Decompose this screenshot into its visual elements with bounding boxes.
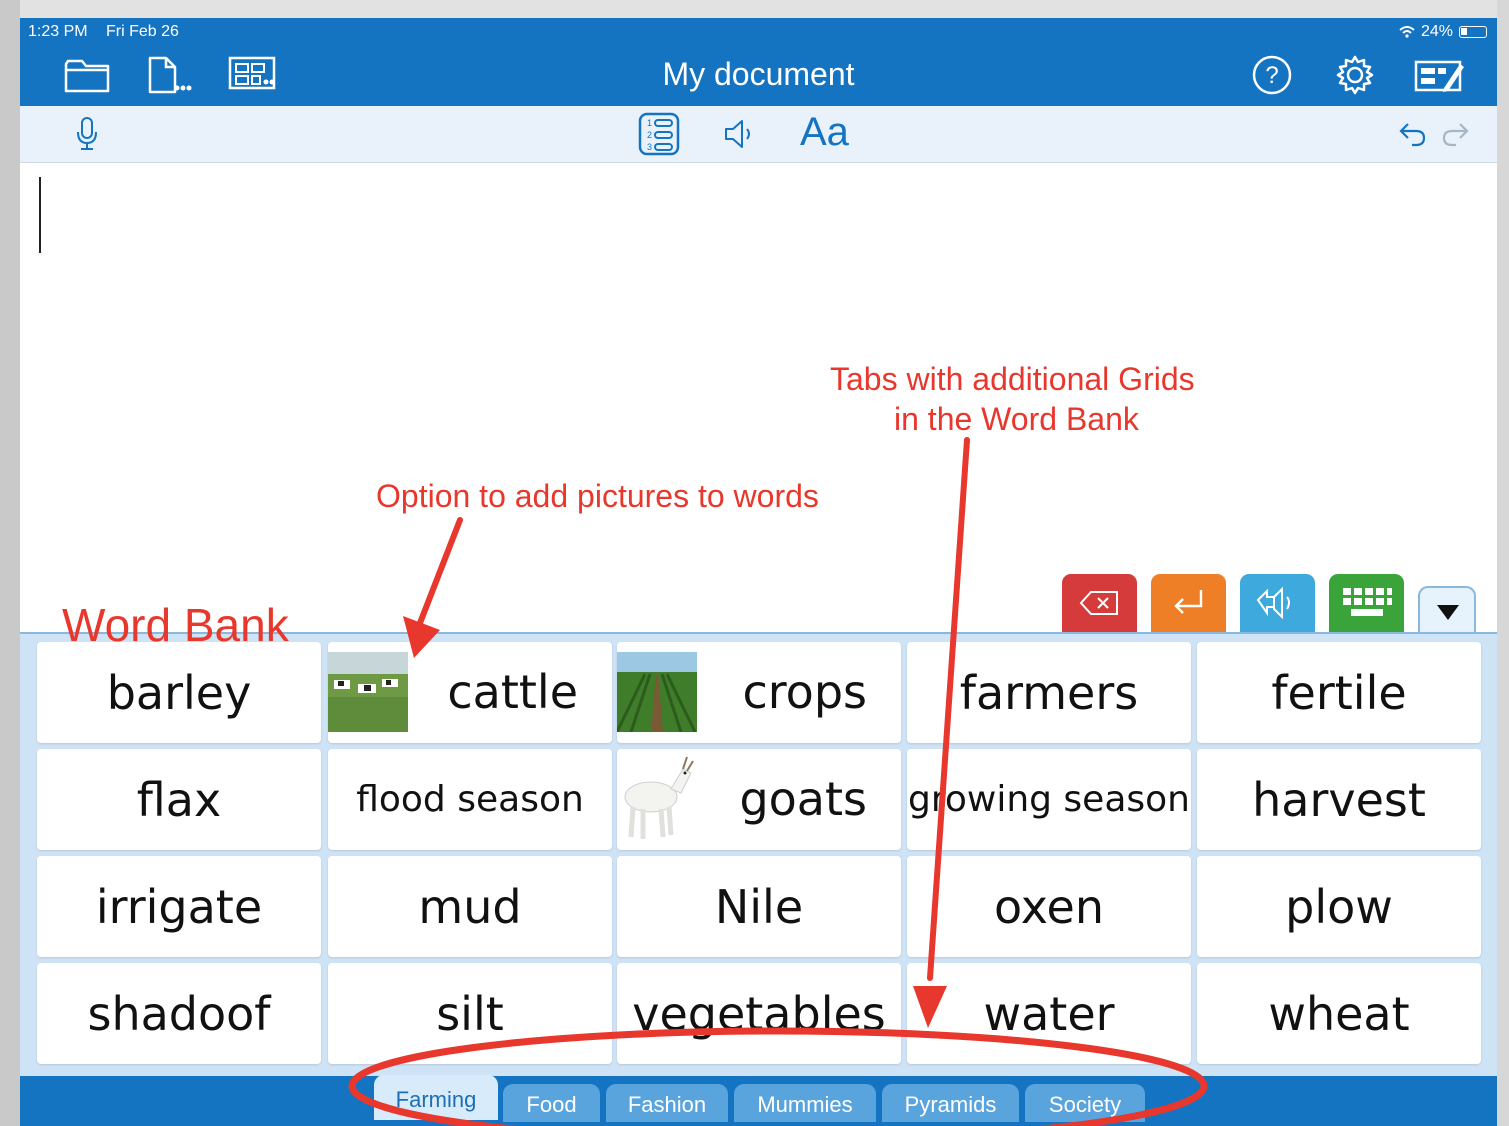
word-label: cattle xyxy=(447,664,578,719)
settings-icon[interactable] xyxy=(1334,54,1376,96)
app-screen: 1:23 PM Fri Feb 26 24% My document ? 1 2… xyxy=(20,18,1497,1126)
word-cell-fertile[interactable]: fertile xyxy=(1197,642,1481,743)
crops-picture xyxy=(615,652,697,733)
microphone-icon[interactable] xyxy=(74,116,100,152)
document-editor[interactable] xyxy=(20,163,1497,633)
speak-all-icon xyxy=(1256,586,1290,620)
edit-grid-icon[interactable] xyxy=(1414,58,1466,94)
return-icon xyxy=(1174,590,1203,614)
tab-society[interactable]: Society xyxy=(1025,1084,1145,1122)
speak-all-button[interactable] xyxy=(1240,574,1315,632)
speaker-icon[interactable] xyxy=(723,118,757,150)
tab-mummies[interactable]: Mummies xyxy=(734,1084,876,1122)
keyboard-button[interactable] xyxy=(1329,574,1404,632)
word-bank: barley cattle crops farmers fertile flax flood… xyxy=(20,632,1497,1078)
word-cell-vegetables[interactable]: vegetables xyxy=(617,963,901,1064)
word-label: silt xyxy=(436,986,504,1041)
tab-fashion[interactable]: Fashion xyxy=(606,1084,728,1122)
undo-icon[interactable] xyxy=(1398,120,1428,148)
word-label: water xyxy=(983,986,1115,1041)
help-icon[interactable]: ? xyxy=(1251,54,1293,96)
tab-pyramids[interactable]: Pyramids xyxy=(882,1084,1019,1122)
status-time: 1:23 PM xyxy=(28,23,88,40)
word-label: growing season xyxy=(907,779,1190,820)
svg-text:?: ? xyxy=(1265,62,1278,89)
delete-button[interactable] xyxy=(1062,574,1137,632)
word-cell-wheat[interactable]: wheat xyxy=(1197,963,1481,1064)
word-label: barley xyxy=(106,665,252,720)
list-number-3: 3 xyxy=(647,142,652,152)
backspace-icon xyxy=(1079,591,1118,615)
word-label: plow xyxy=(1285,879,1393,934)
word-cell-farmers[interactable]: farmers xyxy=(907,642,1191,743)
keyboard-icon xyxy=(1343,588,1392,616)
annotation-pictures: Option to add pictures to words xyxy=(376,478,819,514)
cattle-picture xyxy=(328,652,408,732)
word-label: farmers xyxy=(959,665,1139,720)
word-cell-growing-season[interactable]: growing season xyxy=(907,749,1191,850)
word-cell-flood-season[interactable]: flood season xyxy=(328,749,612,850)
tab-farming[interactable]: Farming xyxy=(374,1075,498,1120)
word-cell-water[interactable]: water xyxy=(907,963,1191,1064)
word-label: flax xyxy=(136,772,222,827)
status-date: Fri Feb 26 xyxy=(106,23,179,40)
font-style-icon[interactable]: Aa xyxy=(800,110,849,155)
list-number-1: 1 xyxy=(647,118,652,128)
redo-icon[interactable] xyxy=(1440,120,1470,148)
word-cell-goats[interactable]: goats xyxy=(617,749,901,850)
editing-toolbar: 1 2 3 Aa xyxy=(20,106,1497,163)
word-cell-mud[interactable]: mud xyxy=(328,856,612,957)
nav-bar: 1:23 PM Fri Feb 26 24% My document ? xyxy=(20,18,1497,106)
device-frame-right xyxy=(1497,0,1509,1126)
word-label: mud xyxy=(418,879,522,934)
wifi-icon xyxy=(1399,26,1415,38)
device-frame-left xyxy=(0,0,20,1126)
collapse-wordbank-button[interactable] xyxy=(1418,586,1476,634)
word-label: oxen xyxy=(994,879,1104,934)
device-frame-top xyxy=(0,0,1509,18)
word-label: fertile xyxy=(1271,665,1407,720)
battery-icon xyxy=(1459,26,1487,38)
annotation-word-bank: Word Bank xyxy=(62,599,289,651)
word-cell-oxen[interactable]: oxen xyxy=(907,856,1191,957)
status-indicators: 24% xyxy=(1399,23,1487,41)
tab-food[interactable]: Food xyxy=(503,1084,600,1122)
word-cell-crops[interactable]: crops xyxy=(615,642,901,743)
word-label: flood season xyxy=(356,779,584,820)
word-cell-silt[interactable]: silt xyxy=(328,963,612,1064)
word-cell-flax[interactable]: flax xyxy=(37,749,321,850)
return-button[interactable] xyxy=(1151,574,1226,632)
word-bank-tabs: Farming Food Fashion Mummies Pyramids Society xyxy=(20,1075,1497,1126)
word-cell-shadoof[interactable]: shadoof xyxy=(37,963,321,1064)
triangle-down-icon xyxy=(1437,605,1459,620)
word-label: vegetables xyxy=(632,986,886,1041)
word-label: Nile xyxy=(714,879,804,934)
battery-percentage: 24% xyxy=(1420,23,1453,40)
word-label: crops xyxy=(742,664,867,719)
word-cell-plow[interactable]: plow xyxy=(1197,856,1481,957)
word-cell-barley[interactable]: barley xyxy=(37,642,321,743)
annotation-tabs-line1: Tabs with additional Grids xyxy=(830,361,1195,397)
word-label: harvest xyxy=(1252,772,1426,827)
goat-picture xyxy=(617,753,697,843)
word-label: wheat xyxy=(1268,986,1410,1041)
list-number-2: 2 xyxy=(647,130,652,140)
text-cursor xyxy=(39,177,41,253)
word-label: irrigate xyxy=(95,879,263,934)
word-cell-harvest[interactable]: harvest xyxy=(1197,749,1481,850)
word-cell-irrigate[interactable]: irrigate xyxy=(37,856,321,957)
word-label: shadoof xyxy=(87,986,271,1041)
word-cell-cattle[interactable]: cattle xyxy=(328,642,612,743)
word-cell-nile[interactable]: Nile xyxy=(617,856,901,957)
numbered-list-icon[interactable]: 1 2 3 xyxy=(638,112,680,156)
word-label: goats xyxy=(739,771,867,826)
annotation-tabs-line2: in the Word Bank xyxy=(894,401,1139,437)
